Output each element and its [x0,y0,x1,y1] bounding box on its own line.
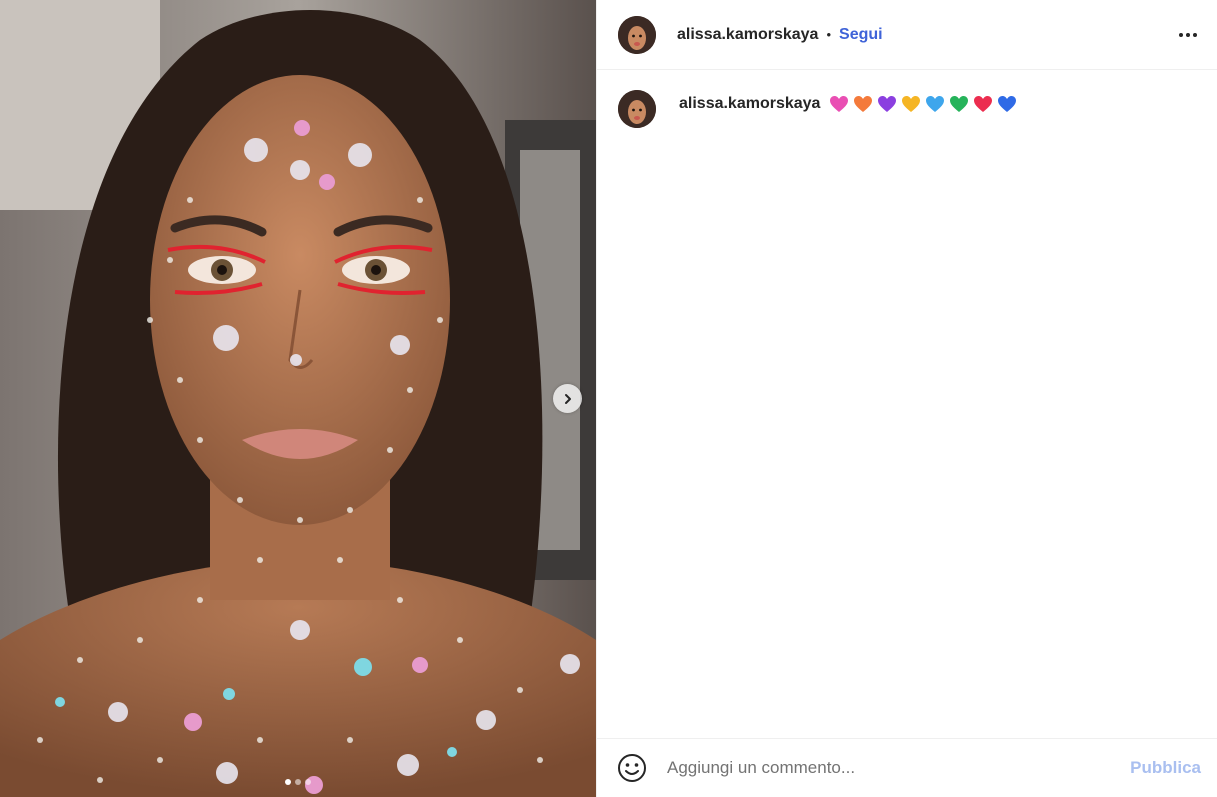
post-dialog: alissa.kamorskaya • Segui alissa.kamorsk… [0,0,1217,797]
carousel-dot [285,779,291,785]
red-heart-icon [974,96,993,112]
caption: alissa.kamorskaya [618,90,1196,128]
post-header: alissa.kamorskaya • Segui [597,0,1217,70]
carousel-next-button[interactable] [553,384,582,413]
purple-heart-icon [878,96,897,112]
avatar-image [618,15,656,54]
blue-heart-icon [998,96,1017,112]
author-username[interactable]: alissa.kamorskaya [677,26,818,44]
caption-text: alissa.kamorskaya [679,95,1017,113]
author-avatar[interactable] [618,15,656,54]
light-blue-heart-icon [926,96,945,112]
more-options-icon[interactable] [1179,27,1197,43]
comment-input[interactable] [665,757,1131,779]
green-heart-icon [950,96,969,112]
separator-dot: • [826,27,832,42]
chevron-right-icon [564,393,571,404]
comment-box: Pubblica [597,738,1217,797]
yellow-heart-icon [902,96,921,112]
carousel-dot [305,779,311,785]
avatar-image [618,90,656,128]
follow-button[interactable]: Segui [839,26,883,44]
carousel-dot [295,779,301,785]
orange-heart-icon [854,96,873,112]
publish-button[interactable]: Pubblica [1130,758,1201,778]
post-side-panel: alissa.kamorskaya • Segui alissa.kamorsk… [596,0,1217,797]
comments-section: alissa.kamorskaya [597,70,1217,738]
caption-author-username[interactable]: alissa.kamorskaya [679,95,820,113]
post-photo [0,0,596,797]
caption-emojis [829,95,1017,113]
pink-heart-icon [830,96,849,112]
carousel-indicator [0,779,596,785]
post-media[interactable] [0,0,596,797]
caption-author-avatar[interactable] [618,90,656,128]
emoji-smile-icon[interactable] [617,753,647,783]
